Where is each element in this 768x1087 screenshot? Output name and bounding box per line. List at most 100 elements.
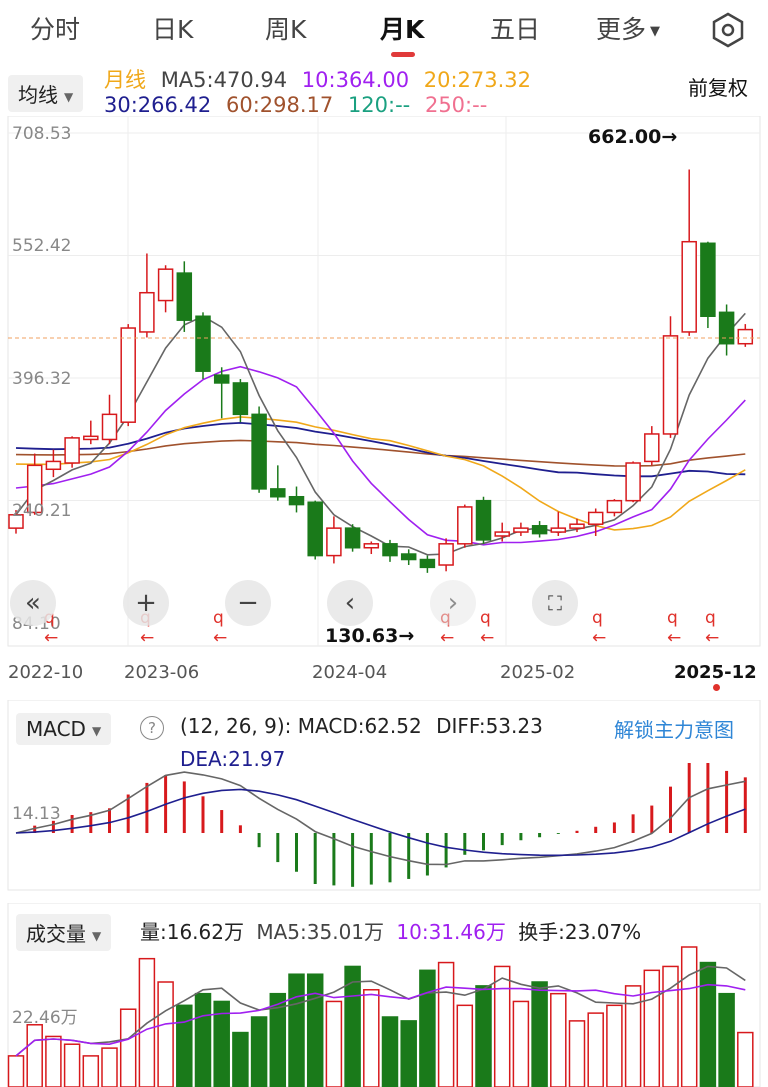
candle-body	[176, 272, 193, 321]
candle-body	[700, 242, 716, 318]
volume-bars	[7, 946, 754, 1087]
volume-chart	[7, 903, 761, 1087]
scroll-to-start-button[interactable]: «	[10, 580, 56, 626]
volume-bar	[680, 946, 698, 1087]
volume-bar	[26, 1024, 43, 1087]
current-period-dot	[713, 684, 720, 691]
tab-weekly[interactable]: 周K	[265, 10, 306, 46]
candle-body	[120, 327, 136, 423]
volume-bar	[437, 961, 455, 1087]
tab-monthly[interactable]: 月K	[380, 10, 424, 46]
candle-body	[569, 523, 585, 529]
price-axis-l4: 240.21	[12, 501, 72, 521]
event-marker-label: q	[592, 608, 603, 628]
candle-body	[101, 413, 118, 441]
caret-down-icon: ▼	[650, 23, 661, 39]
volume-bar	[325, 1000, 343, 1087]
volume-bar	[475, 985, 492, 1087]
candle-body	[45, 460, 62, 471]
ma-period-label: 月线	[104, 68, 146, 92]
ma-legend-row1: 月线 MA5:470.94 10:364.00 20:273.32	[104, 64, 531, 94]
volume-bar	[306, 973, 324, 1087]
tab-more[interactable]: 更多 ▼	[596, 10, 660, 46]
candle-body	[606, 499, 623, 514]
candle-body	[681, 240, 697, 333]
volume-bar	[531, 981, 548, 1087]
event-marker[interactable]: q←	[213, 608, 227, 648]
candle-body	[550, 527, 567, 533]
date-label: 2024-04	[312, 662, 388, 683]
event-marker[interactable]: q←	[705, 608, 719, 648]
ma60-value: 60:298.17	[225, 93, 334, 117]
kline-chart[interactable]	[0, 116, 768, 651]
settings-icon[interactable]	[710, 12, 746, 48]
volume-bar	[718, 992, 735, 1087]
active-tab-indicator	[391, 52, 415, 57]
candle-body	[625, 462, 641, 502]
ma10-value: 10:364.00	[301, 68, 410, 92]
fullscreen-button[interactable]: ⛶	[532, 580, 578, 626]
zoom-out-button[interactable]: −	[225, 580, 271, 626]
volume-bar	[737, 1031, 754, 1087]
candle-body	[232, 382, 249, 416]
date-label: 2023-06	[124, 662, 200, 683]
zoom-in-button[interactable]: +	[123, 580, 169, 626]
volume-bar	[699, 961, 717, 1087]
scroll-right-button[interactable]: ›	[430, 580, 476, 626]
candle-body	[307, 501, 323, 557]
candle-body	[662, 335, 679, 435]
event-marker-label: q	[667, 608, 678, 628]
price-axis-top: 708.53	[12, 124, 72, 144]
macd-lines	[15, 771, 746, 866]
chevron-left-icon: ‹	[344, 588, 356, 618]
volume-bar	[550, 992, 567, 1087]
tab-more-label: 更多	[596, 15, 647, 44]
volume-bar	[63, 1043, 81, 1087]
period-tabs: 分时 日K 周K 月K 五日 更多 ▼	[0, 0, 768, 60]
volume-bar	[643, 969, 661, 1087]
event-marker[interactable]: q←	[480, 608, 494, 648]
volume-bar	[232, 1031, 249, 1087]
volume-bar	[493, 965, 511, 1087]
candle-body	[288, 495, 305, 506]
candles	[8, 169, 754, 573]
low-price-label: 130.63→	[325, 625, 415, 647]
candle-body	[438, 543, 454, 566]
candle-body	[83, 435, 99, 441]
candle-body	[475, 499, 492, 541]
ma-selector[interactable]: 均线 ▼	[8, 75, 84, 112]
candle-body	[587, 511, 604, 525]
volume-bar	[606, 1004, 623, 1087]
volume-bar	[381, 1016, 399, 1087]
volume-bar	[568, 1020, 586, 1087]
date-label: 2022-10	[8, 662, 84, 683]
ma-selector-label: 均线	[18, 83, 58, 107]
tab-daily[interactable]: 日K	[152, 10, 193, 46]
tab-minute[interactable]: 分时	[30, 10, 80, 46]
candle-body	[363, 543, 380, 549]
ma250-value: 250:--	[424, 93, 488, 117]
candle-body	[494, 531, 510, 537]
date-label-current: 2025-12	[674, 662, 757, 683]
event-marker-label: q	[480, 608, 491, 628]
scroll-left-button[interactable]: ‹	[327, 580, 373, 626]
volume-bar	[363, 989, 380, 1087]
tab-five-day[interactable]: 五日	[490, 10, 540, 46]
volume-bar	[7, 1055, 25, 1087]
event-marker[interactable]: q←	[667, 608, 681, 648]
date-label: 2025-02	[500, 662, 576, 683]
volume-bar	[157, 981, 174, 1087]
candle-body	[531, 525, 548, 535]
candle-body	[419, 558, 436, 569]
event-marker[interactable]: q←	[592, 608, 606, 648]
minus-icon: −	[237, 588, 259, 618]
candle-body	[718, 311, 735, 345]
volume-bar	[250, 1016, 268, 1087]
candle-body	[644, 433, 660, 463]
ma5-value: MA5:470.94	[160, 68, 288, 92]
volume-bar	[587, 1012, 604, 1087]
adjust-mode[interactable]: 前复权	[688, 72, 748, 101]
double-chevron-left-icon: «	[25, 588, 41, 618]
event-marker-label: q	[705, 608, 716, 628]
candle-body	[382, 543, 398, 557]
